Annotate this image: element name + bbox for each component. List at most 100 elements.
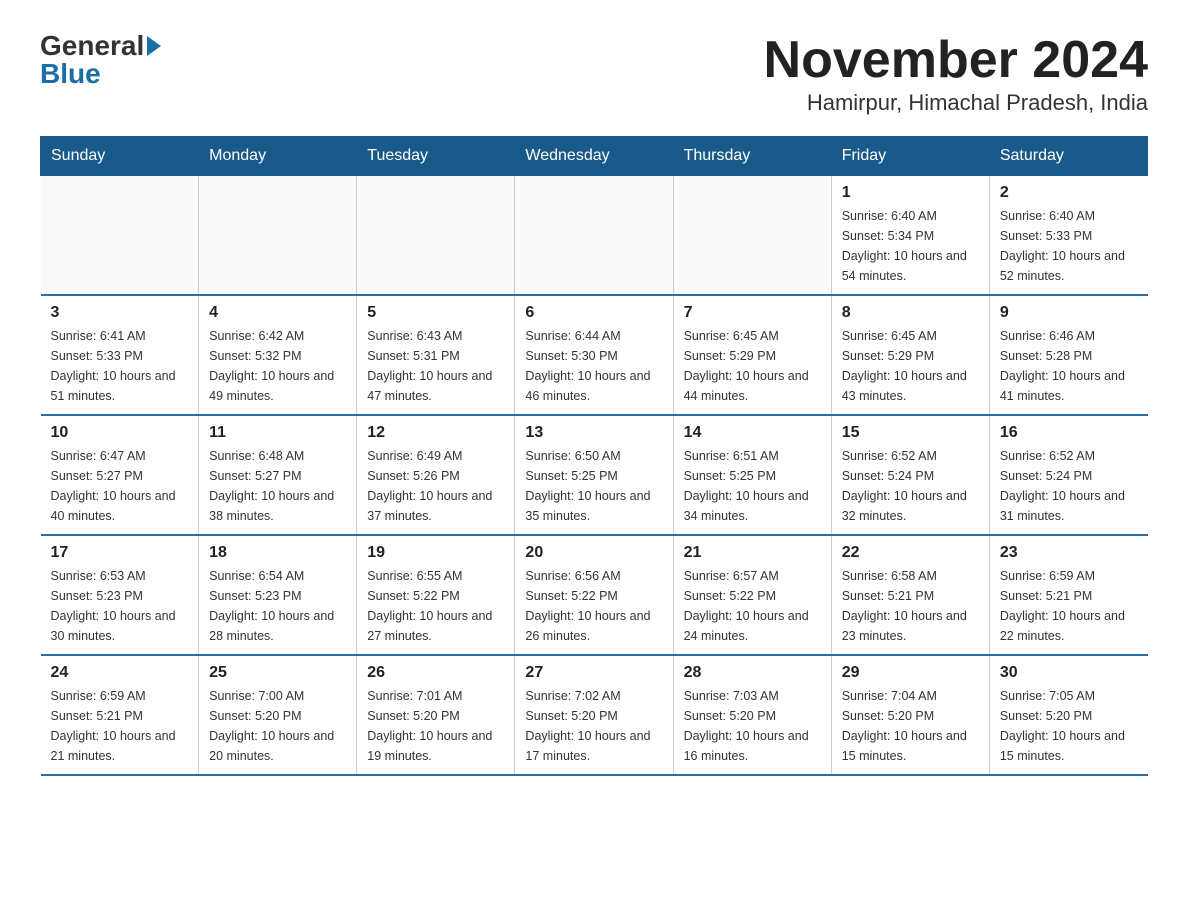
day-number: 25 xyxy=(209,664,346,682)
weekday-header-wednesday: Wednesday xyxy=(515,137,673,176)
calendar-cell: 14 Sunrise: 6:51 AMSunset: 5:25 PMDayligh… xyxy=(673,415,831,535)
weekday-header-row: SundayMondayTuesdayWednesdayThursdayFrid… xyxy=(41,137,1148,176)
title-section: November 2024 Hamirpur, Himachal Pradesh… xyxy=(764,30,1148,116)
calendar-cell: 13 Sunrise: 6:50 AMSunset: 5:25 PMDayligh… xyxy=(515,415,673,535)
day-info: Sunrise: 6:43 AMSunset: 5:31 PMDaylight:… xyxy=(367,326,504,406)
calendar-cell: 8Sunrise: 6:45 AMSunset: 5:29 PMDaylight… xyxy=(831,295,989,415)
day-number: 11 xyxy=(209,424,346,442)
calendar-cell: 27 Sunrise: 7:02 AMSunset: 5:20 PMDayligh… xyxy=(515,655,673,775)
day-info: Sunrise: 6:45 AMSunset: 5:29 PMDaylight:… xyxy=(684,326,821,406)
calendar-cell: 21 Sunrise: 6:57 AMSunset: 5:22 PMDayligh… xyxy=(673,535,831,655)
day-info: Sunrise: 7:04 AMSunset: 5:20 PMDaylight:… xyxy=(842,686,979,766)
day-number: 17 xyxy=(51,544,189,562)
calendar-cell: 12 Sunrise: 6:49 AMSunset: 5:26 PMDayligh… xyxy=(357,415,515,535)
day-number: 21 xyxy=(684,544,821,562)
day-info: Sunrise: 7:00 AMSunset: 5:20 PMDaylight:… xyxy=(209,686,346,766)
day-info: Sunrise: 6:56 AMSunset: 5:22 PMDaylight:… xyxy=(525,566,662,646)
day-info: Sunrise: 6:50 AMSunset: 5:25 PMDaylight:… xyxy=(525,446,662,526)
calendar-cell: 29 Sunrise: 7:04 AMSunset: 5:20 PMDayligh… xyxy=(831,655,989,775)
day-number: 4 xyxy=(209,304,346,322)
day-number: 15 xyxy=(842,424,979,442)
day-number: 6 xyxy=(525,304,662,322)
day-number: 3 xyxy=(51,304,189,322)
day-info: Sunrise: 6:47 AMSunset: 5:27 PMDaylight:… xyxy=(51,446,189,526)
logo-blue-text: Blue xyxy=(40,58,101,90)
day-info: Sunrise: 7:05 AMSunset: 5:20 PMDaylight:… xyxy=(1000,686,1138,766)
day-number: 14 xyxy=(684,424,821,442)
calendar-cell: 17 Sunrise: 6:53 AMSunset: 5:23 PMDayligh… xyxy=(41,535,199,655)
calendar-cell: 19 Sunrise: 6:55 AMSunset: 5:22 PMDayligh… xyxy=(357,535,515,655)
day-info: Sunrise: 6:48 AMSunset: 5:27 PMDaylight:… xyxy=(209,446,346,526)
day-info: Sunrise: 6:53 AMSunset: 5:23 PMDaylight:… xyxy=(51,566,189,646)
calendar-cell xyxy=(673,176,831,296)
day-info: Sunrise: 6:52 AMSunset: 5:24 PMDaylight:… xyxy=(1000,446,1138,526)
weekday-header-sunday: Sunday xyxy=(41,137,199,176)
day-info: Sunrise: 6:51 AMSunset: 5:25 PMDaylight:… xyxy=(684,446,821,526)
day-info: Sunrise: 7:01 AMSunset: 5:20 PMDaylight:… xyxy=(367,686,504,766)
day-number: 1 xyxy=(842,184,979,202)
week-row-3: 10Sunrise: 6:47 AMSunset: 5:27 PMDayligh… xyxy=(41,415,1148,535)
day-info: Sunrise: 6:44 AMSunset: 5:30 PMDaylight:… xyxy=(525,326,662,406)
day-info: Sunrise: 6:57 AMSunset: 5:22 PMDaylight:… xyxy=(684,566,821,646)
week-row-2: 3 Sunrise: 6:41 AMSunset: 5:33 PMDaylight… xyxy=(41,295,1148,415)
week-row-5: 24Sunrise: 6:59 AMSunset: 5:21 PMDayligh… xyxy=(41,655,1148,775)
calendar-cell: 3 Sunrise: 6:41 AMSunset: 5:33 PMDaylight… xyxy=(41,295,199,415)
calendar-cell: 10Sunrise: 6:47 AMSunset: 5:27 PMDayligh… xyxy=(41,415,199,535)
day-info: Sunrise: 7:02 AMSunset: 5:20 PMDaylight:… xyxy=(525,686,662,766)
day-info: Sunrise: 6:49 AMSunset: 5:26 PMDaylight:… xyxy=(367,446,504,526)
calendar-cell: 26Sunrise: 7:01 AMSunset: 5:20 PMDayligh… xyxy=(357,655,515,775)
calendar-cell: 18 Sunrise: 6:54 AMSunset: 5:23 PMDayligh… xyxy=(199,535,357,655)
month-title: November 2024 xyxy=(764,30,1148,90)
week-row-4: 17 Sunrise: 6:53 AMSunset: 5:23 PMDayligh… xyxy=(41,535,1148,655)
calendar-cell xyxy=(199,176,357,296)
day-info: Sunrise: 6:45 AMSunset: 5:29 PMDaylight:… xyxy=(842,326,979,406)
calendar-cell: 7 Sunrise: 6:45 AMSunset: 5:29 PMDaylight… xyxy=(673,295,831,415)
day-number: 20 xyxy=(525,544,662,562)
calendar-cell: 16Sunrise: 6:52 AMSunset: 5:24 PMDayligh… xyxy=(989,415,1147,535)
day-number: 12 xyxy=(367,424,504,442)
calendar-cell: 2Sunrise: 6:40 AMSunset: 5:33 PMDaylight… xyxy=(989,176,1147,296)
day-info: Sunrise: 6:41 AMSunset: 5:33 PMDaylight:… xyxy=(51,326,189,406)
calendar-cell: 24Sunrise: 6:59 AMSunset: 5:21 PMDayligh… xyxy=(41,655,199,775)
day-info: Sunrise: 6:42 AMSunset: 5:32 PMDaylight:… xyxy=(209,326,346,406)
calendar-cell xyxy=(41,176,199,296)
day-number: 23 xyxy=(1000,544,1138,562)
calendar-cell xyxy=(515,176,673,296)
calendar-cell: 11 Sunrise: 6:48 AMSunset: 5:27 PMDayligh… xyxy=(199,415,357,535)
logo-arrow-icon xyxy=(147,36,161,56)
day-number: 13 xyxy=(525,424,662,442)
day-info: Sunrise: 6:59 AMSunset: 5:21 PMDaylight:… xyxy=(51,686,189,766)
location-text: Hamirpur, Himachal Pradesh, India xyxy=(764,90,1148,116)
calendar-table: SundayMondayTuesdayWednesdayThursdayFrid… xyxy=(40,136,1148,776)
logo: General Blue xyxy=(40,30,161,90)
weekday-header-tuesday: Tuesday xyxy=(357,137,515,176)
day-info: Sunrise: 6:55 AMSunset: 5:22 PMDaylight:… xyxy=(367,566,504,646)
day-number: 29 xyxy=(842,664,979,682)
calendar-cell xyxy=(357,176,515,296)
day-info: Sunrise: 6:54 AMSunset: 5:23 PMDaylight:… xyxy=(209,566,346,646)
page-header: General Blue November 2024 Hamirpur, Him… xyxy=(40,30,1148,116)
calendar-cell: 1 Sunrise: 6:40 AMSunset: 5:34 PMDaylight… xyxy=(831,176,989,296)
calendar-cell: 9 Sunrise: 6:46 AMSunset: 5:28 PMDaylight… xyxy=(989,295,1147,415)
calendar-cell: 15Sunrise: 6:52 AMSunset: 5:24 PMDayligh… xyxy=(831,415,989,535)
day-info: Sunrise: 6:58 AMSunset: 5:21 PMDaylight:… xyxy=(842,566,979,646)
weekday-header-thursday: Thursday xyxy=(673,137,831,176)
day-number: 7 xyxy=(684,304,821,322)
day-number: 18 xyxy=(209,544,346,562)
calendar-cell: 25 Sunrise: 7:00 AMSunset: 5:20 PMDayligh… xyxy=(199,655,357,775)
day-number: 27 xyxy=(525,664,662,682)
day-number: 19 xyxy=(367,544,504,562)
calendar-cell: 22Sunrise: 6:58 AMSunset: 5:21 PMDayligh… xyxy=(831,535,989,655)
day-info: Sunrise: 6:46 AMSunset: 5:28 PMDaylight:… xyxy=(1000,326,1138,406)
calendar-cell: 5 Sunrise: 6:43 AMSunset: 5:31 PMDaylight… xyxy=(357,295,515,415)
day-info: Sunrise: 6:40 AMSunset: 5:34 PMDaylight:… xyxy=(842,206,979,286)
weekday-header-monday: Monday xyxy=(199,137,357,176)
week-row-1: 1 Sunrise: 6:40 AMSunset: 5:34 PMDaylight… xyxy=(41,176,1148,296)
day-number: 9 xyxy=(1000,304,1138,322)
day-info: Sunrise: 7:03 AMSunset: 5:20 PMDaylight:… xyxy=(684,686,821,766)
day-number: 28 xyxy=(684,664,821,682)
calendar-cell: 23Sunrise: 6:59 AMSunset: 5:21 PMDayligh… xyxy=(989,535,1147,655)
calendar-cell: 28 Sunrise: 7:03 AMSunset: 5:20 PMDayligh… xyxy=(673,655,831,775)
day-number: 5 xyxy=(367,304,504,322)
weekday-header-saturday: Saturday xyxy=(989,137,1147,176)
